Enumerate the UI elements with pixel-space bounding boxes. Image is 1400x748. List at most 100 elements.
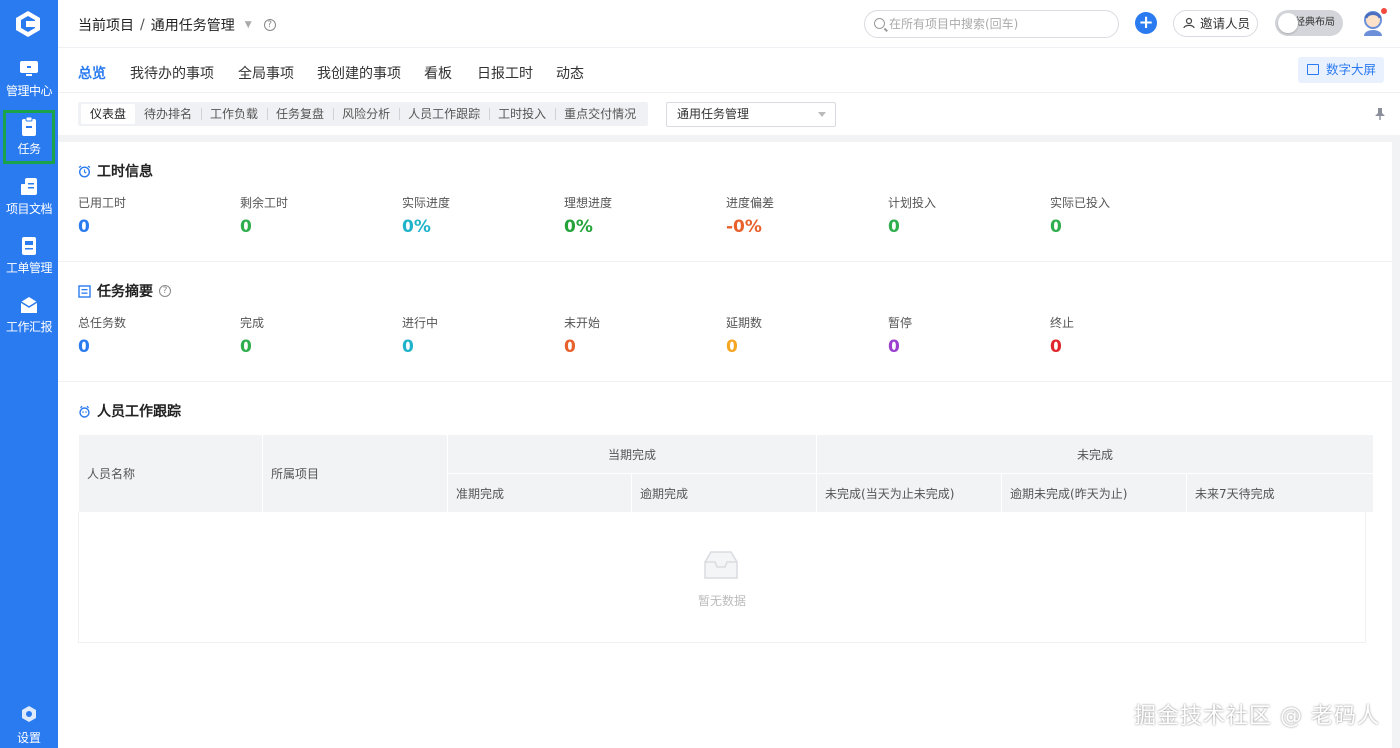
stat-label: 已用工时 (78, 196, 127, 210)
breadcrumb-root[interactable]: 当前项目 (78, 15, 134, 35)
column-header-project[interactable]: 所属项目 (262, 434, 448, 513)
tab-daily-hours[interactable]: 日报工时 (477, 63, 533, 83)
sidebar-item-work-report[interactable]: 工作汇报 (0, 288, 58, 342)
staff-tracking-table: 人员名称 所属项目 当期完成 未完成 准期完成 逾期完成 未完成(当天为止未完成… (78, 434, 1375, 513)
stat-remaining-hours: 剩余工时 0 (240, 194, 390, 237)
stat-terminated: 终止 0 (1050, 314, 1200, 357)
stat-label: 计划投入 (888, 196, 937, 210)
bigscreen-label: 数字大屏 (1326, 62, 1377, 77)
stat-value: 0 (1050, 217, 1062, 237)
avatar[interactable] (1360, 8, 1387, 37)
tab-created-by-me[interactable]: 我创建的事项 (317, 63, 401, 83)
document-icon (21, 178, 37, 195)
stat-label: 暂停 (888, 316, 913, 330)
tab-my-todo[interactable]: 我待办的事项 (130, 63, 214, 83)
sidebar-item-project-docs[interactable]: 项目文档 (0, 170, 58, 224)
ticket-icon (22, 237, 36, 255)
list-icon (78, 284, 91, 298)
column-header-overdue-unfinished[interactable]: 逾期未完成(昨天为止) (1001, 473, 1188, 513)
tab-activity[interactable]: 动态 (556, 63, 584, 83)
subtab-staff-tracking[interactable]: 人员工作跟踪 (399, 104, 489, 124)
sidebar-item-settings[interactable]: 设置 (0, 705, 58, 746)
pin-icon[interactable] (1374, 107, 1386, 121)
stat-value: 0 (726, 337, 738, 357)
breadcrumb: 当前项目 / 通用任务管理 ▼ ? (78, 15, 276, 35)
stat-value: 0% (564, 217, 593, 237)
column-header-next-7-days[interactable]: 未来7天待完成 (1186, 473, 1375, 513)
sidebar-item-management-center[interactable]: 管理中心 (0, 52, 58, 106)
invite-members-button[interactable]: 邀请人员 (1173, 10, 1258, 37)
column-header-staff-name[interactable]: 人员名称 (78, 434, 263, 513)
subtab-key-delivery[interactable]: 重点交付情况 (555, 104, 645, 124)
empty-state-text: 暂无数据 (697, 594, 746, 608)
stat-total-tasks: 总任务数 0 (78, 314, 228, 357)
stat-value: 0 (564, 337, 576, 357)
stat-progress-deviation: 进度偏差 -0% (726, 194, 876, 237)
sidebar-item-label: 任务 (17, 142, 41, 156)
tab-global-items[interactable]: 全局事项 (238, 63, 294, 83)
column-header-unfinished-today[interactable]: 未完成(当天为止未完成) (816, 473, 1003, 513)
search-input[interactable]: 在所有项目中搜索(回车) (864, 10, 1119, 38)
sidebar: 管理中心 任务 项目文档 工单管理 工作汇报 设置 (0, 0, 58, 748)
top-header: 当前项目 / 通用任务管理 ▼ ? 在所有项目中搜索(回车) + 邀请人员 经典… (58, 0, 1400, 48)
stat-used-hours: 已用工时 0 (78, 194, 228, 237)
watermark-text: 掘金技术社区 @ 老码人 (1134, 704, 1380, 729)
section-title-text: 人员工作跟踪 (97, 404, 181, 420)
breadcrumb-current-project[interactable]: 通用任务管理 (151, 15, 235, 35)
empty-inbox-icon (704, 551, 738, 579)
report-icon (20, 297, 38, 313)
section-divider (58, 381, 1392, 382)
task-summary-section-title: 任务摘要 ? (78, 281, 171, 301)
digital-big-screen-button[interactable]: 数字大屏 (1298, 57, 1384, 83)
add-button[interactable]: + (1135, 12, 1157, 34)
subtab-hours-input[interactable]: 工时投入 (489, 104, 555, 124)
project-select-value: 通用任务管理 (677, 107, 750, 121)
dashboard-content: 工时信息 已用工时 0 剩余工时 0 实际进度 0% 理想进度 0% 进度偏差 … (58, 142, 1392, 748)
sidebar-item-task[interactable]: 任务 (3, 110, 55, 164)
sidebar-item-label: 工作汇报 (5, 320, 53, 334)
stat-value: 0 (240, 217, 252, 237)
table-empty-state: 暂无数据 (78, 512, 1366, 643)
column-group-period-done: 当期完成 (446, 434, 818, 474)
help-icon[interactable]: ? (263, 19, 276, 31)
column-header-overdue-done[interactable]: 逾期完成 (630, 473, 818, 513)
help-icon[interactable]: ? (159, 285, 171, 297)
dashboard-segments: 仪表盘 待办排名 工作负载 任务复盘 风险分析 人员工作跟踪 工时投入 重点交付… (78, 102, 649, 126)
staff-tracking-section-title: 人员工作跟踪 (78, 401, 181, 421)
stat-value: 0 (888, 217, 900, 237)
main-tabs: 总览 我待办的事项 全局事项 我创建的事项 看板 日报工时 动态 数字大屏 (58, 48, 1400, 96)
stat-actual-progress: 实际进度 0% (402, 194, 552, 237)
sidebar-item-label: 项目文档 (5, 202, 53, 216)
classic-layout-toggle[interactable]: 经典布局 (1275, 10, 1343, 36)
subtab-risk-analysis[interactable]: 风险分析 (333, 104, 399, 124)
column-header-on-time[interactable]: 准期完成 (447, 473, 632, 513)
stat-label: 进行中 (402, 316, 439, 330)
subtab-task-review[interactable]: 任务复盘 (267, 104, 333, 124)
sidebar-item-label: 工单管理 (5, 261, 53, 275)
stat-planned-input: 计划投入 0 (888, 194, 1038, 237)
subtab-dashboard[interactable]: 仪表盘 (81, 104, 136, 124)
section-divider (58, 261, 1392, 262)
stat-paused: 暂停 0 (888, 314, 1038, 357)
stat-label: 未开始 (564, 316, 601, 330)
person-tracking-icon (79, 405, 90, 418)
subtab-workload[interactable]: 工作负载 (201, 104, 267, 124)
stat-label: 实际进度 (402, 196, 451, 210)
stat-label: 总任务数 (78, 316, 127, 330)
chevron-down-icon (818, 112, 826, 117)
sidebar-item-ticket-management[interactable]: 工单管理 (0, 229, 58, 283)
project-select[interactable]: 通用任务管理 (666, 102, 836, 127)
invite-label: 邀请人员 (1200, 16, 1251, 31)
app-logo[interactable] (14, 10, 42, 38)
sub-tabs-bar: 仪表盘 待办排名 工作负载 任务复盘 风险分析 人员工作跟踪 工时投入 重点交付… (58, 93, 1400, 135)
stat-label: 剩余工时 (240, 196, 289, 210)
stat-value: 0 (402, 337, 414, 357)
sidebar-item-label: 设置 (16, 731, 41, 745)
stat-not-started: 未开始 0 (564, 314, 714, 357)
stat-in-progress: 进行中 0 (402, 314, 552, 357)
subtab-todo-ranking[interactable]: 待办排名 (135, 104, 201, 124)
caret-down-icon[interactable]: ▼ (245, 20, 252, 30)
tab-overview[interactable]: 总览 (78, 63, 106, 96)
search-icon (874, 18, 885, 29)
tab-kanban[interactable]: 看板 (424, 63, 452, 83)
